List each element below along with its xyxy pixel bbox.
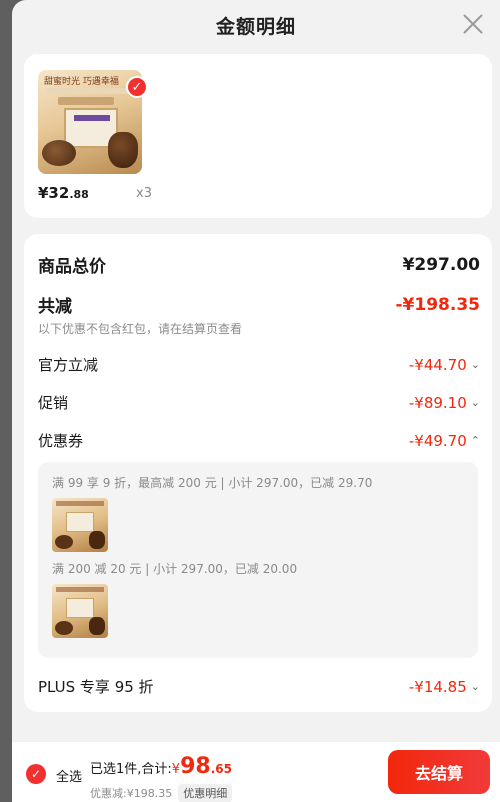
amount-detail-sheet: 金额明细 甜蜜时光 巧遇幸福 ✓ ¥32.88 x3 商品总价 ¥297.00 … — [12, 0, 500, 802]
total-value: ¥297.00 — [402, 254, 480, 275]
coupon-label: 优惠券 — [38, 432, 84, 450]
coupon-line: 满 99 享 9 折，最高减 200 元 | 小计 297.00，已减 29.7… — [52, 476, 373, 490]
order-summary: 已选1件,合计:¥98.65 — [90, 754, 232, 779]
plus-discount-value-wrap: -¥14.85 ⌄ — [409, 678, 480, 696]
thumbnail-decor — [46, 88, 134, 94]
chocolate-image — [42, 140, 76, 166]
total-row: 商品总价 ¥297.00 — [38, 252, 480, 278]
plus-discount-value: -¥14.85 — [408, 677, 467, 696]
discount-summary: 优惠减:¥198.35 优惠明细 — [90, 784, 233, 802]
chevron-up-icon[interactable]: ⌃ — [471, 434, 480, 447]
product-card: 甜蜜时光 巧遇幸福 ✓ ¥32.88 x3 — [24, 54, 492, 218]
chocolate-image — [108, 132, 138, 168]
coupon-value: -¥49.70 — [408, 431, 467, 450]
chevron-down-icon[interactable]: ⌄ — [471, 358, 480, 371]
total-integer: 98 — [180, 754, 211, 779]
coupon-line: 满 200 减 20 元 | 小计 297.00，已减 20.00 — [52, 562, 298, 576]
discount-note: 以下优惠不包含红包，请在结算页查看 — [38, 322, 243, 336]
product-price: ¥32.88 — [38, 184, 89, 202]
plus-discount-row[interactable]: PLUS 专享 95 折 -¥14.85 ⌄ — [38, 676, 480, 697]
official-discount-value: -¥44.70 — [408, 355, 467, 374]
product-quantity: x3 — [136, 186, 152, 201]
reduce-label: 共减 — [38, 297, 72, 317]
plus-discount-label: PLUS 专享 95 折 — [38, 678, 154, 696]
coupon-product-thumbnail — [52, 584, 108, 638]
total-decimal: .65 — [210, 762, 232, 776]
checkout-bar: ✓ 全选 已选1件,合计:¥98.65 优惠减:¥198.35 优惠明细 去结算 — [12, 742, 500, 802]
promotion-label: 促销 — [38, 394, 69, 412]
thumbnail-caption: 甜蜜时光 巧遇幸福 — [44, 77, 119, 86]
close-icon[interactable] — [462, 13, 484, 35]
selected-check-icon[interactable]: ✓ — [126, 76, 148, 98]
official-discount-row[interactable]: 官方立减 -¥44.70 ⌄ — [38, 354, 480, 375]
select-all-check-icon[interactable]: ✓ — [26, 764, 46, 784]
official-discount-label: 官方立减 — [38, 356, 99, 374]
select-all-label[interactable]: 全选 — [56, 766, 82, 785]
coupon-product-thumbnail — [52, 498, 108, 552]
reduce-value: -¥198.35 — [395, 294, 481, 315]
sheet-header: 金额明细 — [12, 0, 500, 50]
discount-amount-text: 优惠减:¥198.35 — [90, 787, 173, 800]
selected-count-text: 已选1件,合计: — [90, 762, 172, 777]
total-label: 商品总价 — [38, 257, 106, 277]
reduce-row: 共减 -¥198.35 — [38, 292, 481, 318]
chevron-down-icon[interactable]: ⌄ — [471, 680, 480, 693]
price-integer: ¥32 — [38, 184, 70, 202]
official-discount-value-wrap: -¥44.70 ⌄ — [409, 356, 480, 374]
discount-detail-link[interactable]: 优惠明细 — [178, 784, 233, 802]
price-breakdown-card: 商品总价 ¥297.00 共减 -¥198.35 以下优惠不包含红包，请在结算页… — [24, 234, 492, 712]
promotion-value: -¥89.10 — [408, 393, 467, 412]
total-currency: ¥ — [171, 762, 181, 777]
promotion-row[interactable]: 促销 -¥89.10 ⌄ — [38, 392, 480, 413]
promotion-value-wrap: -¥89.10 ⌄ — [409, 394, 480, 412]
price-decimal: .88 — [69, 188, 89, 201]
thumbnail-decor — [58, 97, 114, 105]
chevron-down-icon[interactable]: ⌄ — [471, 396, 480, 409]
coupon-value-wrap: -¥49.70 ⌃ — [409, 432, 480, 450]
coupon-row[interactable]: 优惠券 -¥49.70 ⌃ — [38, 430, 480, 451]
coupon-detail-panel: 满 99 享 9 折，最高减 200 元 | 小计 297.00，已减 29.7… — [38, 462, 478, 658]
sheet-title: 金额明细 — [215, 15, 296, 38]
checkout-button[interactable]: 去结算 — [388, 750, 490, 794]
